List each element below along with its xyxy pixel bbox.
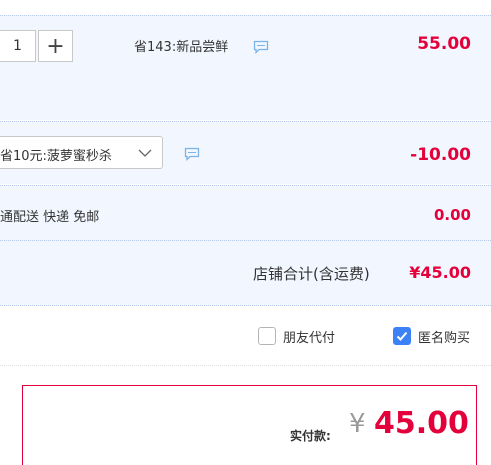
payment-label: 实付款:	[290, 429, 331, 443]
anonymous-label: 匿名购买	[418, 330, 471, 346]
divider	[0, 365, 491, 366]
anonymous-checkbox[interactable]	[393, 327, 411, 345]
payment-amount: 45.00	[374, 406, 469, 441]
option-anonymous[interactable]: 匿名购买	[393, 326, 470, 346]
quantity-increase-button[interactable]: +	[38, 30, 73, 62]
plus-icon: +	[46, 33, 65, 59]
item-price: 55.00	[417, 34, 471, 54]
item-promo-label: 省143:新品尝鲜	[134, 40, 229, 55]
friend-pay-checkbox[interactable]	[258, 327, 276, 345]
friend-pay-label: 朋友代付	[283, 330, 336, 346]
shop-promo-select[interactable]: 省10元:菠萝蜜秒杀	[0, 136, 163, 169]
option-friend-pay[interactable]: 朋友代付	[258, 326, 335, 346]
item-row	[0, 15, 491, 120]
shipping-label: 通配送 快递 免邮	[0, 210, 100, 225]
shop-total-label: 店铺合计(含运费)	[253, 265, 370, 283]
shop-promo-selected: 省10元:菠萝蜜秒杀	[0, 149, 112, 164]
message-icon[interactable]	[253, 40, 269, 54]
quantity-input[interactable]: 1	[0, 30, 36, 62]
quantity-value: 1	[13, 38, 22, 54]
message-icon[interactable]	[184, 147, 200, 161]
shop-promo-amount: -10.00	[410, 145, 471, 165]
shipping-amount: 0.00	[433, 206, 471, 224]
shop-total-amount: ¥45.00	[409, 263, 471, 282]
chevron-down-icon	[138, 149, 152, 157]
payment-currency: ¥	[349, 409, 366, 439]
checkmark-icon	[396, 331, 408, 341]
